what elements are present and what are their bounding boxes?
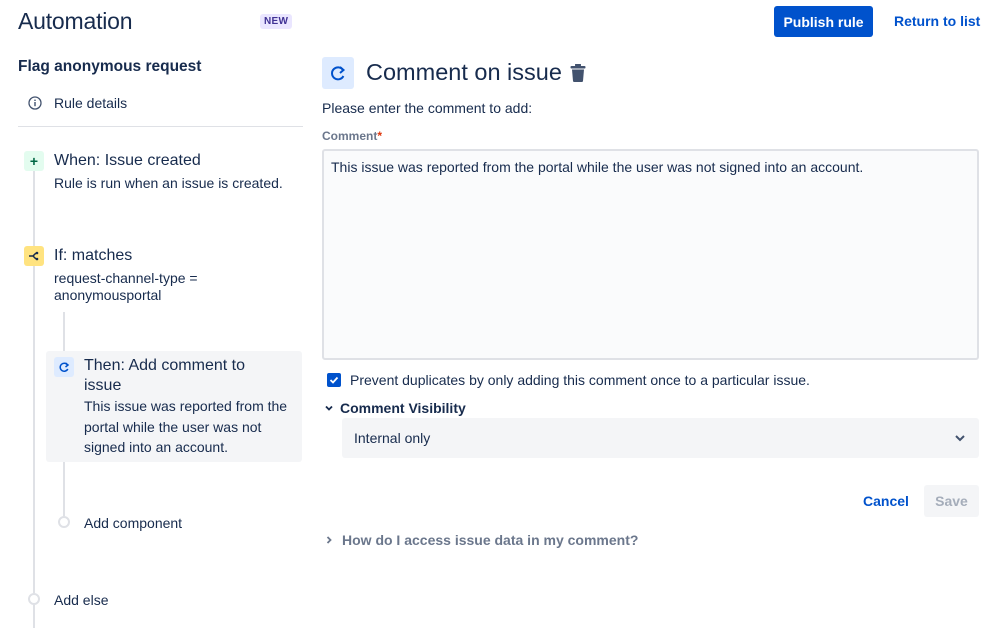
editor-title: Comment on issue [366, 59, 562, 85]
trash-icon[interactable] [569, 63, 587, 83]
rule-details-item[interactable]: Rule details [18, 90, 302, 116]
comment-visibility-label: Comment Visibility [340, 400, 466, 416]
branch-connector [63, 462, 65, 516]
prevent-duplicates-label[interactable]: Prevent duplicates by only adding this c… [350, 372, 810, 388]
add-else-link[interactable]: Add else [54, 592, 108, 608]
publish-rule-button[interactable]: Publish rule [774, 6, 873, 37]
action-title-line2: issue [84, 377, 122, 394]
action-desc-line2: portal while the user was not [84, 419, 262, 435]
action-desc-line1: This issue was reported from the [84, 398, 288, 414]
help-label: How do I access issue data in my comment… [342, 532, 639, 548]
chevron-down-icon [324, 403, 334, 413]
comment-field-label: Comment* [322, 129, 382, 143]
divider [18, 126, 303, 127]
condition-desc-line2: anonymousportal [54, 287, 162, 303]
add-else-node[interactable] [28, 593, 40, 605]
chevron-down-icon [953, 431, 967, 445]
info-icon [28, 96, 42, 110]
flow-connector [33, 605, 35, 628]
save-button[interactable]: Save [924, 485, 979, 517]
editor-instruction: Please enter the comment to add: [322, 100, 533, 116]
comment-visibility-toggle[interactable]: Comment Visibility [322, 400, 466, 416]
action-desc-line3: signed into an account. [84, 439, 228, 455]
rule-name: Flag anonymous request [18, 58, 202, 75]
visibility-select-value: Internal only [354, 430, 431, 446]
app-title: Automation [18, 8, 133, 34]
chevron-right-icon [324, 535, 334, 545]
return-to-list-link[interactable]: Return to list [894, 13, 980, 29]
comment-label-text: Comment [322, 129, 378, 143]
comment-action-icon [54, 357, 74, 377]
condition-desc-line1: request-channel-type = [54, 270, 198, 286]
plus-icon: + [24, 151, 44, 171]
comment-action-icon [322, 57, 354, 89]
new-badge: NEW [260, 14, 293, 29]
help-expander[interactable]: How do I access issue data in my comment… [322, 532, 638, 548]
cancel-button[interactable]: Cancel [852, 485, 920, 517]
required-mark: * [377, 129, 383, 143]
branch-icon [24, 246, 44, 266]
branch-connector [63, 312, 65, 351]
visibility-select[interactable]: Internal only [342, 418, 979, 458]
trigger-desc: Rule is run when an issue is created. [54, 175, 283, 191]
action-title-line1: Then: Add comment to [84, 357, 245, 374]
flow-connector [33, 266, 35, 593]
prevent-duplicates-checkbox[interactable] [327, 373, 341, 387]
comment-field[interactable]: This issue was reported from the portal … [322, 149, 979, 360]
add-component-link[interactable]: Add component [84, 515, 182, 531]
condition-title[interactable]: If: matches [54, 247, 132, 265]
add-component-node[interactable] [58, 516, 70, 528]
flow-connector [33, 171, 35, 246]
rule-details-label: Rule details [54, 95, 128, 111]
trigger-title[interactable]: When: Issue created [54, 152, 201, 170]
